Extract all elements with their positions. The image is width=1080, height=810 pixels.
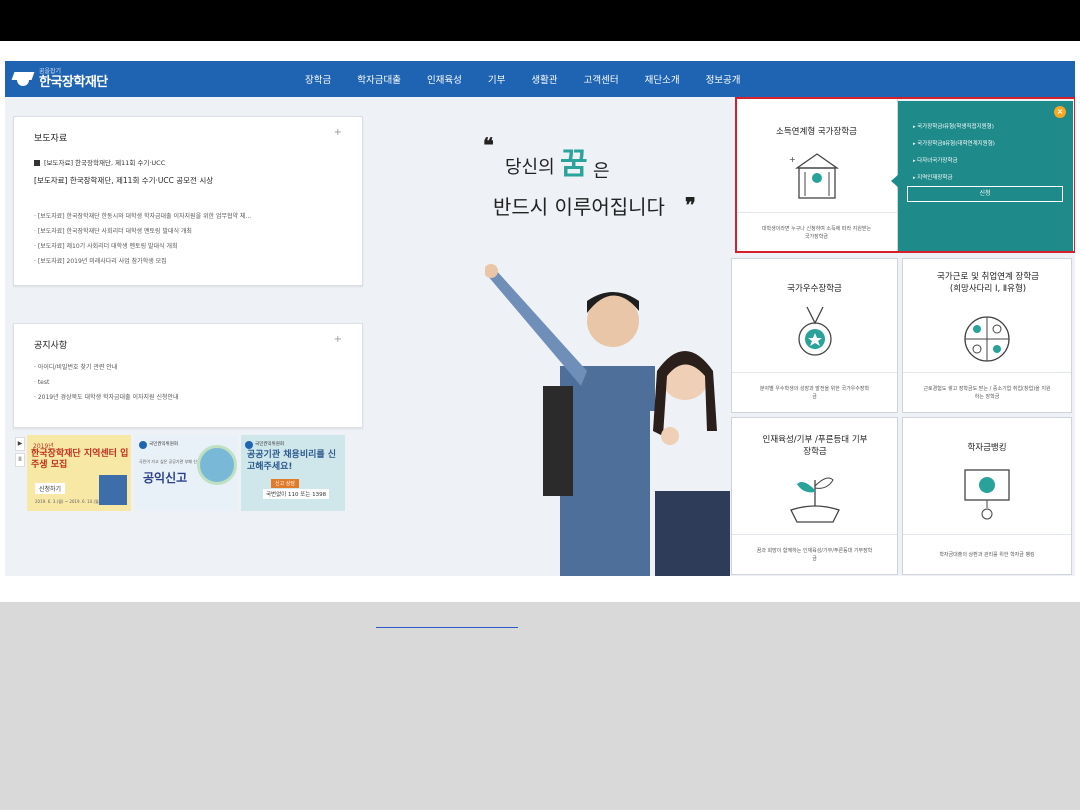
notice-more-button[interactable]: + (334, 334, 342, 345)
nav-item-loan[interactable]: 학자금대출 (357, 72, 401, 86)
list-item[interactable]: 2019년 경상북도 대학생 학자금대출 이자지원 신청안내 (34, 390, 179, 405)
top-black-bar (0, 0, 1080, 41)
banner-hiring-corruption[interactable]: 국민권익위원회 공공기관 채용비리를 신고해주세요! 신고 상담 국번없이 11… (241, 435, 345, 511)
emblem-icon (139, 441, 147, 449)
nav-item-scholarship[interactable]: 장학금 (305, 72, 331, 86)
logo-subtitle: 꿈을잡기 (39, 68, 62, 75)
banner-dormitory[interactable]: 2019년 한국장학재단 지역센터 입주생 모집 신청하기 2019. 6. 3… (27, 435, 131, 511)
group-icon (964, 316, 1010, 362)
press-featured-headline[interactable]: [보도자료] 한국장학재단, 제11회 수기·UCC (34, 157, 165, 167)
list-item[interactable]: test (34, 375, 179, 390)
slogan-line-1-end: 은 (593, 161, 610, 182)
nav-menu: 장학금 학자금대출 인재육성 기부 생활관 고객센터 재단소개 정보공개 (305, 61, 767, 97)
logo-name: 한국장학재단 (39, 75, 108, 90)
popup-menu: 국가장학금Ⅰ유형(학생직접지원형) 국가장학금Ⅱ유형(대학연계지원형) 다자녀국… (913, 121, 995, 189)
main-navbar: 꿈을잡기 한국장학재단 장학금 학자금대출 인재육성 기부 생활관 고객센터 재… (5, 61, 1075, 97)
news-icon (34, 160, 40, 166)
card-loan-banking[interactable]: 학자금뱅킹 학자금대출의 상환과 관리를 위한 학자금 뱅킹 (902, 417, 1072, 575)
card-excellence-scholarship[interactable]: 국가우수장학금 분야별 우수학생의 성장과 발전을 위한 국가우수장학금 (731, 258, 898, 413)
card-talent-donation[interactable]: 인재육성/기부 /푸른등대 기부장학금 꿈과 희망이 함께하는 인재육성/기부/… (731, 417, 898, 575)
site-logo[interactable]: 꿈을잡기 한국장학재단 (11, 65, 108, 93)
nav-item-talent[interactable]: 인재육성 (427, 72, 462, 86)
nav-item-customer-center[interactable]: 고객센터 (584, 72, 619, 86)
list-item[interactable]: [보도자료] 2019년 미래사다리 사업 참가학생 모집 (34, 254, 251, 269)
notice-list: 아이디/비밀번호 찾기 관련 안내 test 2019년 경상북도 대학생 학자… (34, 360, 179, 405)
svg-text:+: + (789, 155, 796, 164)
building-icon (99, 475, 127, 505)
popup-item-type1[interactable]: 국가장학금Ⅰ유형(학생직접지원형) (913, 121, 995, 138)
list-item[interactable]: [보도자료] 한국장학재단 사회리더 대학생 멘토링 발대식 개최 (34, 224, 251, 239)
notice-title: 공지사항 (34, 341, 68, 351)
school-building-icon: + (789, 153, 839, 199)
plant-hand-icon (789, 477, 840, 523)
bottom-link-underline[interactable] (376, 614, 518, 628)
slogan-line-2: 반드시 이루어집니다 (493, 195, 665, 219)
notice-panel: 공지사항 + 아이디/비밀번호 찾기 관련 안내 test 2019년 경상북도… (13, 323, 363, 428)
graduation-cap-icon (11, 70, 35, 88)
quote-open-mark: ❝ (483, 133, 494, 157)
popup-close-icon[interactable]: × (1054, 106, 1066, 118)
banner-public-report[interactable]: 국민권익위원회 국민이 가고 싶은 공공기관 부패 신고 공익신고 (135, 435, 237, 511)
press-list: [보도자료] 한국장학재단 한동시와 대학생 학자금대출 이자지원을 위한 업무… (34, 209, 251, 269)
apply-button[interactable]: 신청 (907, 186, 1063, 202)
emblem-icon (245, 441, 253, 449)
slogan-highlight: 꿈 (560, 147, 588, 182)
list-item[interactable]: [보도자료] 제10기 사회리더 대학생 멘토링 발대식 개최 (34, 239, 251, 254)
banner-pause-button[interactable]: II (15, 453, 25, 467)
bottom-gray-area (0, 602, 1080, 810)
card-work-scholarship[interactable]: 국가근로 및 취업연계 장학금 (희망사다리 Ⅰ, Ⅱ유형) 근로경험도 쌓고 … (902, 258, 1072, 413)
quote-close-mark: ❞ (685, 193, 696, 217)
medal-icon (797, 306, 832, 356)
nav-item-donation[interactable]: 기부 (488, 72, 505, 86)
globe-icon (197, 445, 237, 485)
website-screenshot: 꿈을잡기 한국장학재단 장학금 학자금대출 인재육성 기부 생활관 고객센터 재… (5, 61, 1075, 576)
banner-play-button[interactable]: ▶ (15, 437, 25, 451)
popup-item-type2[interactable]: 국가장학금Ⅱ유형(대학연계지원형) (913, 138, 995, 155)
popup-item-multichild[interactable]: 다자녀국가장학금 (913, 155, 995, 172)
students-photo (485, 264, 735, 576)
slogan-line-1: 당신의 (505, 157, 555, 178)
press-title: 보도자료 (34, 134, 68, 144)
nav-item-disclosure[interactable]: 정보공개 (706, 72, 741, 86)
press-more-button[interactable]: + (334, 127, 342, 138)
list-item[interactable]: 아이디/비밀번호 찾기 관련 안내 (34, 360, 179, 375)
press-featured-summary[interactable]: [보도자료] 한국장학재단, 제11회 수기·UCC 공모전 시상 (34, 175, 234, 186)
press-panel: 보도자료 + [보도자료] 한국장학재단, 제11회 수기·UCC [보도자료]… (13, 116, 363, 286)
nav-item-about[interactable]: 재단소개 (645, 72, 680, 86)
monitor-icon (964, 469, 1010, 520)
list-item[interactable]: [보도자료] 한국장학재단 한동시와 대학생 학자금대출 이자지원을 위한 업무… (34, 209, 251, 224)
nav-item-dormitory[interactable]: 생활관 (531, 72, 557, 86)
card-income-scholarship[interactable]: 소득연계형 국가장학금 + 대학생이라면 누구나 신청하여 소득에 따라 지원받… (735, 97, 898, 253)
